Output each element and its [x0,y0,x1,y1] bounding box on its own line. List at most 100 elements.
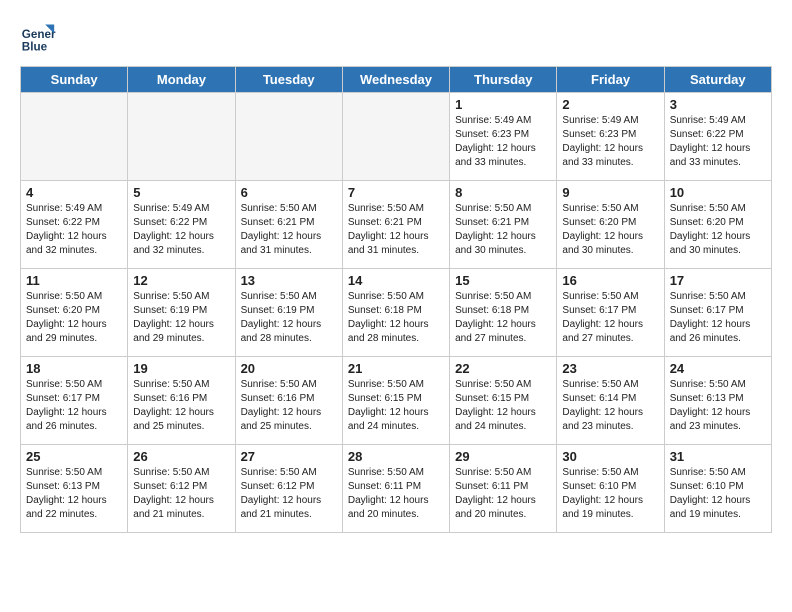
cell-info: Sunrise: 5:49 AM Sunset: 6:22 PM Dayligh… [133,202,229,258]
calendar-cell: 8 Sunrise: 5:50 AM Sunset: 6:21 PM Daylig… [450,181,557,269]
day-number: 26 [133,449,229,464]
header: General Blue [20,20,772,56]
day-number: 3 [670,97,766,112]
calendar-cell: 25Sunrise: 5:50 AM Sunset: 6:13 PM Dayli… [21,445,128,533]
day-number: 20 [241,361,337,376]
calendar-cell: 26 Sunrise: 5:50 AM Sunset: 6:12 PM Dayli… [128,445,235,533]
day-number: 11 [26,273,122,288]
day-number: 10 [670,185,766,200]
calendar-cell: 24 Sunrise: 5:50 AM Sunset: 6:13 PM Dayli… [664,357,771,445]
calendar-cell: 11 Sunrise: 5:50 AM Sunset: 6:20 PM Dayli… [21,269,128,357]
calendar-cell [235,93,342,181]
calendar-cell: 1 Sunrise: 5:49 AM Sunset: 6:23 PM Daylig… [450,93,557,181]
day-of-week-header: Sunday [21,67,128,93]
calendar-cell: 3 Sunrise: 5:49 AM Sunset: 6:22 PM Daylig… [664,93,771,181]
calendar-cell: 10 Sunrise: 5:50 AM Sunset: 6:20 PM Dayli… [664,181,771,269]
cell-info: Sunrise: 5:50 AM Sunset: 6:15 PM Dayligh… [455,378,551,434]
cell-info: Sunrise: 5:50 AM Sunset: 6:20 PM Dayligh… [26,290,122,346]
cell-info: Sunrise: 5:50 AM Sunset: 6:19 PM Dayligh… [241,290,337,346]
cell-info: Sunrise: 5:50 AM Sunset: 6:13 PM Dayligh… [670,378,766,434]
cell-info: Sunrise: 5:50 AM Sunset: 6:11 PM Dayligh… [455,466,551,522]
calendar-cell: 15Sunrise: 5:50 AM Sunset: 6:18 PM Dayli… [450,269,557,357]
day-number: 15 [455,273,551,288]
day-number: 29 [455,449,551,464]
calendar-cell [21,93,128,181]
cell-info: Sunrise: 5:50 AM Sunset: 6:19 PM Dayligh… [133,290,229,346]
cell-info: Sunrise: 5:50 AM Sunset: 6:21 PM Dayligh… [348,202,444,258]
calendar-cell: 2 Sunrise: 5:49 AM Sunset: 6:23 PM Daylig… [557,93,664,181]
day-number: 6 [241,185,337,200]
calendar-cell: 6 Sunrise: 5:50 AM Sunset: 6:21 PM Daylig… [235,181,342,269]
day-number: 8 [455,185,551,200]
calendar-cell: 23 Sunrise: 5:50 AM Sunset: 6:14 PM Dayli… [557,357,664,445]
cell-info: Sunrise: 5:50 AM Sunset: 6:12 PM Dayligh… [133,466,229,522]
day-number: 9 [562,185,658,200]
day-number: 2 [562,97,658,112]
calendar-cell: 12 Sunrise: 5:50 AM Sunset: 6:19 PM Dayli… [128,269,235,357]
logo-icon: General Blue [20,20,56,56]
day-number: 5 [133,185,229,200]
cell-info: Sunrise: 5:50 AM Sunset: 6:11 PM Dayligh… [348,466,444,522]
day-number: 14 [348,273,444,288]
day-number: 7 [348,185,444,200]
calendar-cell: 29 Sunrise: 5:50 AM Sunset: 6:11 PM Dayli… [450,445,557,533]
calendar-cell: 20 Sunrise: 5:50 AM Sunset: 6:16 PM Dayli… [235,357,342,445]
cell-info: Sunrise: 5:50 AM Sunset: 6:21 PM Dayligh… [455,202,551,258]
day-number: 31 [670,449,766,464]
cell-info: Sunrise: 5:50 AM Sunset: 6:20 PM Dayligh… [670,202,766,258]
calendar-cell: 22 Sunrise: 5:50 AM Sunset: 6:15 PM Dayli… [450,357,557,445]
day-number: 18 [26,361,122,376]
calendar-table: SundayMondayTuesdayWednesdayThursdayFrid… [20,66,772,533]
day-number: 23 [562,361,658,376]
calendar-cell: 17 Sunrise: 5:50 AM Sunset: 6:17 PM Dayli… [664,269,771,357]
day-of-week-header: Wednesday [342,67,449,93]
day-of-week-header: Tuesday [235,67,342,93]
calendar-cell: 5 Sunrise: 5:49 AM Sunset: 6:22 PM Daylig… [128,181,235,269]
cell-info: Sunrise: 5:50 AM Sunset: 6:10 PM Dayligh… [670,466,766,522]
cell-info: Sunrise: 5:50 AM Sunset: 6:17 PM Dayligh… [26,378,122,434]
calendar-cell: 16Sunrise: 5:50 AM Sunset: 6:17 PM Dayli… [557,269,664,357]
cell-info: Sunrise: 5:50 AM Sunset: 6:12 PM Dayligh… [241,466,337,522]
day-number: 16 [562,273,658,288]
day-number: 4 [26,185,122,200]
cell-info: Sunrise: 5:50 AM Sunset: 6:18 PM Dayligh… [348,290,444,346]
cell-info: Sunrise: 5:50 AM Sunset: 6:17 PM Dayligh… [670,290,766,346]
calendar-cell: 19Sunrise: 5:50 AM Sunset: 6:16 PM Dayli… [128,357,235,445]
calendar-cell: 7 Sunrise: 5:50 AM Sunset: 6:21 PM Daylig… [342,181,449,269]
cell-info: Sunrise: 5:50 AM Sunset: 6:21 PM Dayligh… [241,202,337,258]
day-number: 12 [133,273,229,288]
day-of-week-header: Friday [557,67,664,93]
cell-info: Sunrise: 5:49 AM Sunset: 6:23 PM Dayligh… [562,114,658,170]
cell-info: Sunrise: 5:50 AM Sunset: 6:14 PM Dayligh… [562,378,658,434]
calendar-cell: 9Sunrise: 5:50 AM Sunset: 6:20 PM Daylig… [557,181,664,269]
cell-info: Sunrise: 5:49 AM Sunset: 6:22 PM Dayligh… [670,114,766,170]
day-number: 27 [241,449,337,464]
day-number: 25 [26,449,122,464]
calendar-cell: 27 Sunrise: 5:50 AM Sunset: 6:12 PM Dayli… [235,445,342,533]
calendar-cell: 28 Sunrise: 5:50 AM Sunset: 6:11 PM Dayli… [342,445,449,533]
logo: General Blue [20,20,56,56]
day-of-week-header: Saturday [664,67,771,93]
calendar-cell: 30 Sunrise: 5:50 AM Sunset: 6:10 PM Dayli… [557,445,664,533]
calendar-cell: 14 Sunrise: 5:50 AM Sunset: 6:18 PM Dayli… [342,269,449,357]
cell-info: Sunrise: 5:50 AM Sunset: 6:15 PM Dayligh… [348,378,444,434]
cell-info: Sunrise: 5:50 AM Sunset: 6:16 PM Dayligh… [241,378,337,434]
cell-info: Sunrise: 5:50 AM Sunset: 6:10 PM Dayligh… [562,466,658,522]
calendar-cell: 13 Sunrise: 5:50 AM Sunset: 6:19 PM Dayli… [235,269,342,357]
day-number: 30 [562,449,658,464]
cell-info: Sunrise: 5:49 AM Sunset: 6:22 PM Dayligh… [26,202,122,258]
cell-info: Sunrise: 5:49 AM Sunset: 6:23 PM Dayligh… [455,114,551,170]
day-number: 17 [670,273,766,288]
day-number: 13 [241,273,337,288]
day-number: 24 [670,361,766,376]
day-number: 28 [348,449,444,464]
calendar-cell: 21Sunrise: 5:50 AM Sunset: 6:15 PM Dayli… [342,357,449,445]
day-number: 22 [455,361,551,376]
calendar-cell: 4 Sunrise: 5:49 AM Sunset: 6:22 PM Daylig… [21,181,128,269]
calendar-cell: 18 Sunrise: 5:50 AM Sunset: 6:17 PM Dayli… [21,357,128,445]
calendar-cell [342,93,449,181]
day-number: 1 [455,97,551,112]
calendar-cell: 31 Sunrise: 5:50 AM Sunset: 6:10 PM Dayli… [664,445,771,533]
day-of-week-header: Thursday [450,67,557,93]
calendar-cell [128,93,235,181]
